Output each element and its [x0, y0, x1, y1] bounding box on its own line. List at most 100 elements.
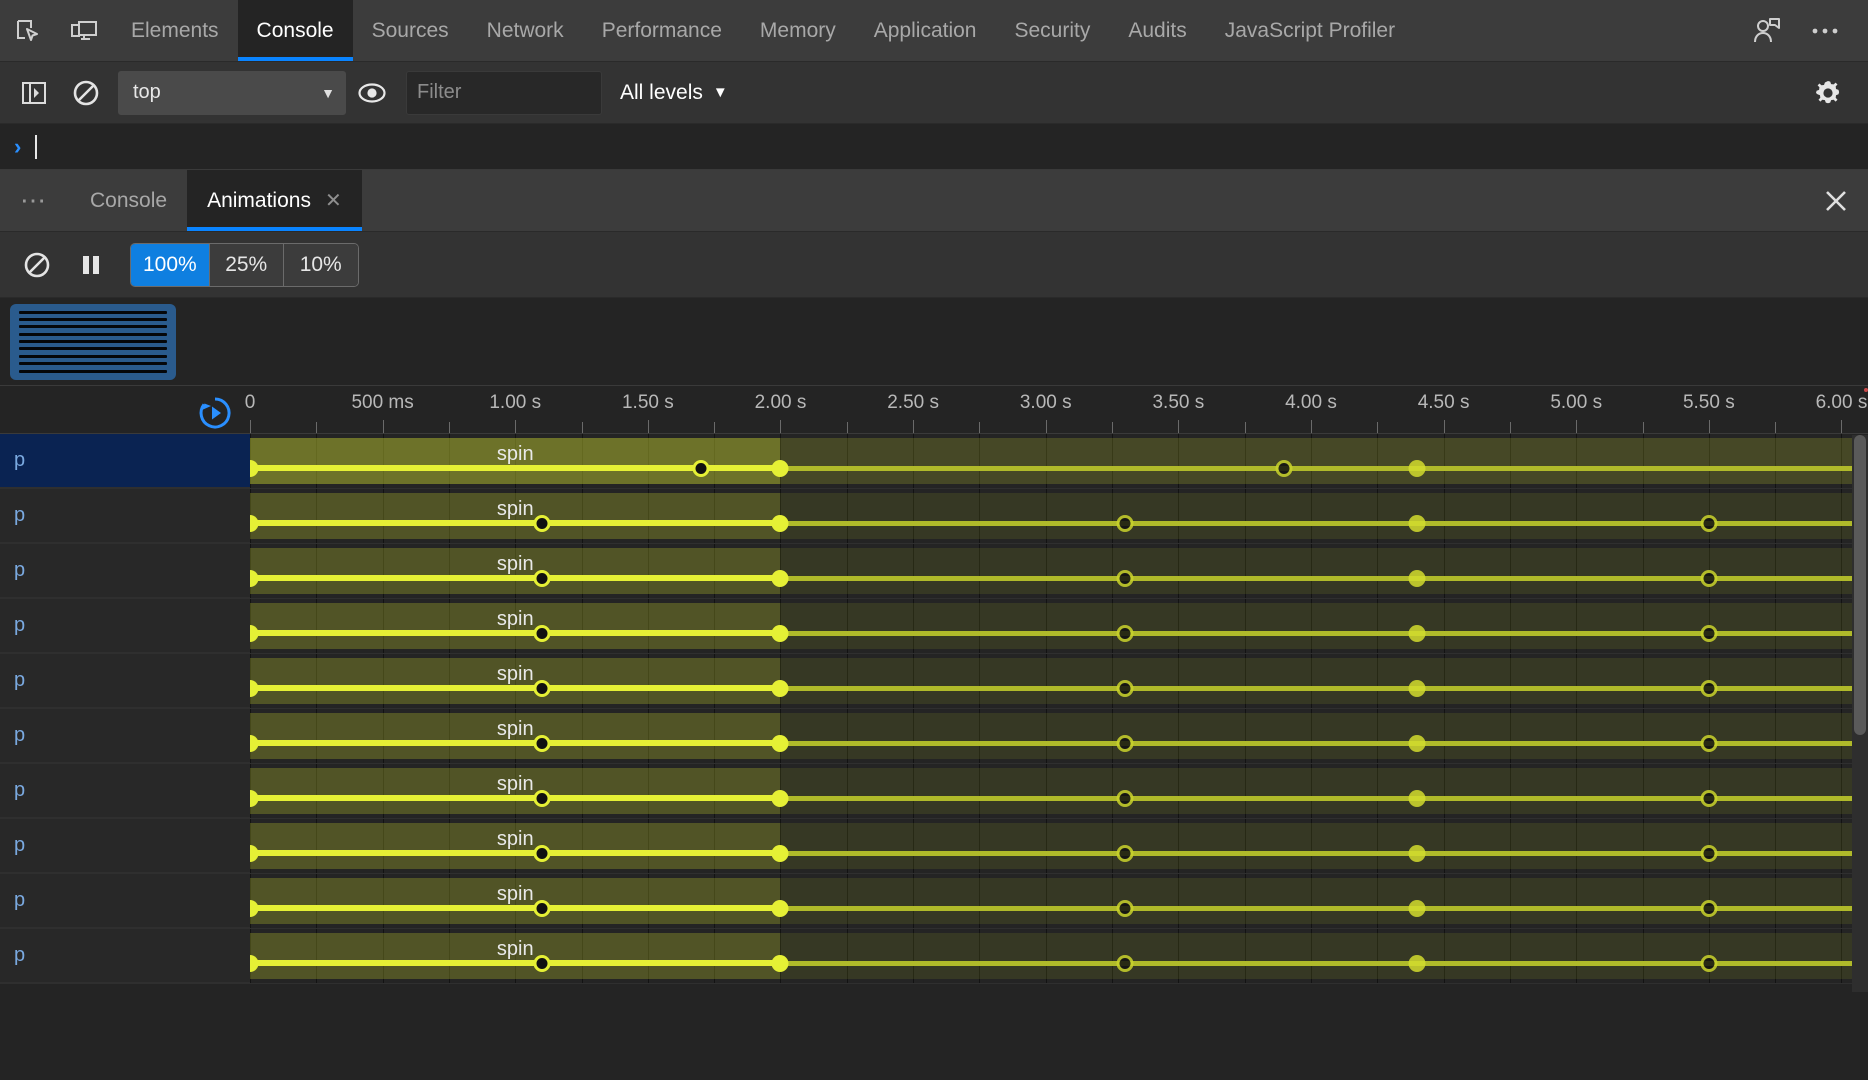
tab-console[interactable]: Console — [237, 0, 353, 61]
keyframe-dot[interactable] — [533, 955, 551, 972]
animation-row[interactable]: p spin — [0, 654, 1868, 709]
keyframe-dot[interactable] — [1408, 845, 1426, 862]
keyframe-dot[interactable] — [1116, 845, 1134, 862]
animation-row-track[interactable]: spin — [250, 599, 1868, 653]
animation-row-track[interactable]: spin — [250, 929, 1868, 983]
keyframe-dot[interactable] — [1408, 680, 1426, 697]
animation-row[interactable]: p spin — [0, 874, 1868, 929]
pause-animations-icon[interactable] — [64, 238, 118, 292]
speed-10-button[interactable]: 10% — [283, 243, 358, 286]
keyframe-dot[interactable] — [533, 515, 551, 532]
keyframe-dot[interactable] — [1700, 735, 1718, 752]
keyframe-dot[interactable] — [1116, 955, 1134, 972]
animation-row-track[interactable]: spin — [250, 819, 1868, 873]
keyframe-dot[interactable] — [533, 680, 551, 697]
keyframe-dot[interactable] — [771, 845, 789, 862]
clear-all-animations-icon[interactable] — [10, 238, 64, 292]
animation-row[interactable]: p spin — [0, 929, 1868, 984]
drawer-more-tabs-icon[interactable]: ⋯ — [0, 170, 70, 231]
animation-row-track[interactable]: spin — [250, 489, 1868, 543]
keyframe-dot[interactable] — [1116, 735, 1134, 752]
animation-row[interactable]: p spin — [0, 764, 1868, 819]
keyframe-dot[interactable] — [1408, 790, 1426, 807]
keyframe-dot[interactable] — [1700, 625, 1718, 642]
animation-row-node-label[interactable]: p — [0, 929, 250, 983]
close-drawer-icon[interactable] — [1804, 170, 1868, 231]
keyframe-dot[interactable] — [771, 515, 789, 532]
drawer-tab-console[interactable]: Console — [70, 170, 187, 231]
keyframe-dot[interactable] — [1700, 515, 1718, 532]
keyframe-dot[interactable] — [771, 625, 789, 642]
animation-row-track[interactable]: spin — [250, 764, 1868, 818]
execution-context-select[interactable]: top ▼ — [118, 70, 346, 115]
tab-memory[interactable]: Memory — [741, 0, 855, 61]
keyframe-dot[interactable] — [533, 845, 551, 862]
keyframe-dot[interactable] — [1408, 900, 1426, 917]
timeline-ruler[interactable]: 0 500 ms 1.00 s 1.50 s 2.00 s 2.50 s 3.00 s 3.5… — [0, 386, 1868, 434]
animation-row-node-label[interactable]: p — [0, 654, 250, 708]
animation-row-track[interactable]: spin — [250, 709, 1868, 763]
console-prompt-row[interactable]: › — [0, 124, 1868, 170]
animation-row-node-label[interactable]: p — [0, 819, 250, 873]
animation-row-node-label[interactable]: p — [0, 544, 250, 598]
animation-row-node-label[interactable]: p — [0, 599, 250, 653]
keyframe-dot[interactable] — [1408, 625, 1426, 642]
speed-100-button[interactable]: 100% — [131, 243, 210, 286]
keyframe-dot[interactable] — [1116, 625, 1134, 642]
tab-security[interactable]: Security — [995, 0, 1109, 61]
animation-row[interactable]: p spin — [0, 709, 1868, 764]
animation-row-node-label[interactable]: p — [0, 874, 250, 928]
keyframe-dot[interactable] — [533, 790, 551, 807]
animation-row-track[interactable]: spin — [250, 544, 1868, 598]
settings-gear-icon[interactable] — [1802, 67, 1854, 119]
animation-row-track[interactable]: spin — [250, 874, 1868, 928]
keyframe-dot[interactable] — [533, 570, 551, 587]
keyframe-dot[interactable] — [1408, 460, 1426, 477]
tab-sources[interactable]: Sources — [353, 0, 468, 61]
tab-performance[interactable]: Performance — [583, 0, 741, 61]
keyframe-dot[interactable] — [771, 735, 789, 752]
tab-application[interactable]: Application — [855, 0, 996, 61]
animation-row-node-label[interactable]: p — [0, 489, 250, 543]
animation-row-track[interactable]: spin — [250, 434, 1868, 488]
tab-audits[interactable]: Audits — [1109, 0, 1205, 61]
close-tab-icon[interactable]: ✕ — [325, 191, 342, 211]
tab-elements[interactable]: Elements — [112, 0, 238, 61]
keyframe-dot[interactable] — [533, 735, 551, 752]
animation-row-node-label[interactable]: p — [0, 709, 250, 763]
keyframe-dot[interactable] — [1116, 570, 1134, 587]
keyframe-dot[interactable] — [1116, 515, 1134, 532]
keyframe-dot[interactable] — [1116, 790, 1134, 807]
keyframe-dot[interactable] — [1408, 515, 1426, 532]
keyframe-dot[interactable] — [1408, 735, 1426, 752]
keyframe-dot[interactable] — [533, 625, 551, 642]
drawer-tab-animations[interactable]: Animations ✕ — [187, 170, 362, 231]
keyframe-dot[interactable] — [771, 955, 789, 972]
keyframe-dot[interactable] — [533, 900, 551, 917]
tab-network[interactable]: Network — [468, 0, 583, 61]
keyframe-dot[interactable] — [692, 460, 710, 477]
account-icon[interactable] — [1738, 17, 1796, 45]
keyframe-dot[interactable] — [1116, 680, 1134, 697]
keyframe-dot[interactable] — [1700, 845, 1718, 862]
speed-25-button[interactable]: 25% — [209, 243, 284, 286]
replay-animation-icon[interactable] — [196, 394, 234, 437]
keyframe-dot[interactable] — [1700, 955, 1718, 972]
keyframe-dot[interactable] — [1116, 900, 1134, 917]
console-filter-input[interactable] — [406, 70, 602, 115]
inspect-element-icon[interactable] — [0, 0, 56, 61]
animation-row[interactable]: p spin — [0, 489, 1868, 544]
animation-row[interactable]: p spin — [0, 434, 1868, 489]
keyframe-dot[interactable] — [1275, 460, 1293, 477]
animation-row[interactable]: p spin — [0, 819, 1868, 874]
keyframe-dot[interactable] — [1700, 570, 1718, 587]
animation-row-node-label[interactable]: p — [0, 434, 250, 488]
animation-row-node-label[interactable]: p — [0, 764, 250, 818]
keyframe-dot[interactable] — [771, 900, 789, 917]
animation-row-track[interactable]: spin — [250, 654, 1868, 708]
keyframe-dot[interactable] — [1408, 570, 1426, 587]
timeline-scrollbar-thumb[interactable] — [1854, 435, 1866, 735]
keyframe-dot[interactable] — [771, 790, 789, 807]
log-levels-select[interactable]: All levels ▼ — [620, 81, 728, 105]
keyframe-dot[interactable] — [771, 570, 789, 587]
